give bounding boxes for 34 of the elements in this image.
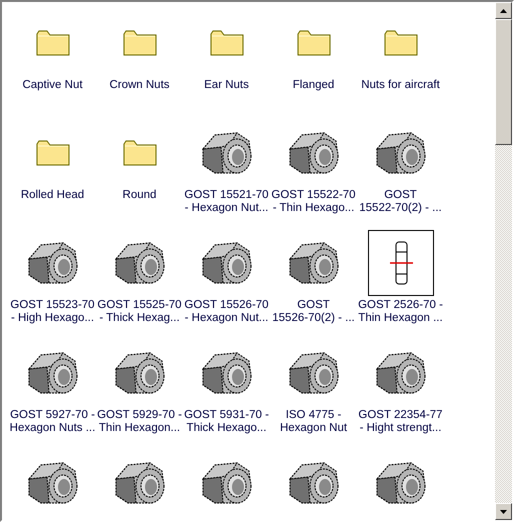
folder-icon[interactable] xyxy=(210,29,244,57)
item-label: GOST 15522-70(2) - ... xyxy=(359,189,442,215)
scroll-up-button[interactable] xyxy=(495,2,512,19)
item-label: GOST 15526-70(2) - ... xyxy=(272,299,355,325)
folder-icon[interactable] xyxy=(36,139,70,167)
folder-icon[interactable] xyxy=(296,29,330,57)
up-arrow-icon xyxy=(500,8,507,12)
item-label: ISO 4775 - Hexagon Nut xyxy=(280,409,348,435)
scrollbar[interactable] xyxy=(495,2,512,520)
item-label: GOST 15525-70 - Thick Hexag... xyxy=(97,299,182,325)
item-label: GOST 5931-70 - Thick Hexago... xyxy=(184,409,269,435)
item-label: GOST 15522-70 - Thin Hexago... xyxy=(271,189,356,215)
item-label: GOST 15521-70 - Hexagon Nut... xyxy=(184,189,269,215)
item-label: GOST 15523-70 - High Hexago... xyxy=(10,299,95,325)
scroll-thumb[interactable] xyxy=(495,19,512,145)
item-label: GOST 2526-70 - Thin Hexagon ... xyxy=(358,299,443,325)
item-label: GOST 5927-70 - Hexagon Nuts ... xyxy=(10,409,96,435)
down-arrow-icon xyxy=(500,510,507,514)
folder-icon[interactable] xyxy=(36,29,70,57)
item-label: Round xyxy=(122,189,156,202)
item-label: Crown Nuts xyxy=(109,79,170,92)
item-label: GOST 22354-77 - Hight strengt... xyxy=(358,409,443,435)
scroll-down-button[interactable] xyxy=(495,503,512,520)
item-label: GOST 5929-70 - Thin Hexagon... xyxy=(97,409,182,435)
folder-icon[interactable] xyxy=(384,29,418,57)
folder-icon[interactable] xyxy=(122,139,156,167)
item-label: Ear Nuts xyxy=(204,79,249,92)
item-label: Rolled Head xyxy=(20,189,84,202)
nut-side-view-drawing[interactable] xyxy=(368,230,434,296)
item-label: Nuts for aircraft xyxy=(361,79,440,92)
item-label: GOST 15526-70 - Hexagon Nut... xyxy=(184,299,269,325)
item-label: Flanged xyxy=(292,79,334,92)
item-label: Captive Nut xyxy=(22,79,83,92)
folder-icon[interactable] xyxy=(122,29,156,57)
